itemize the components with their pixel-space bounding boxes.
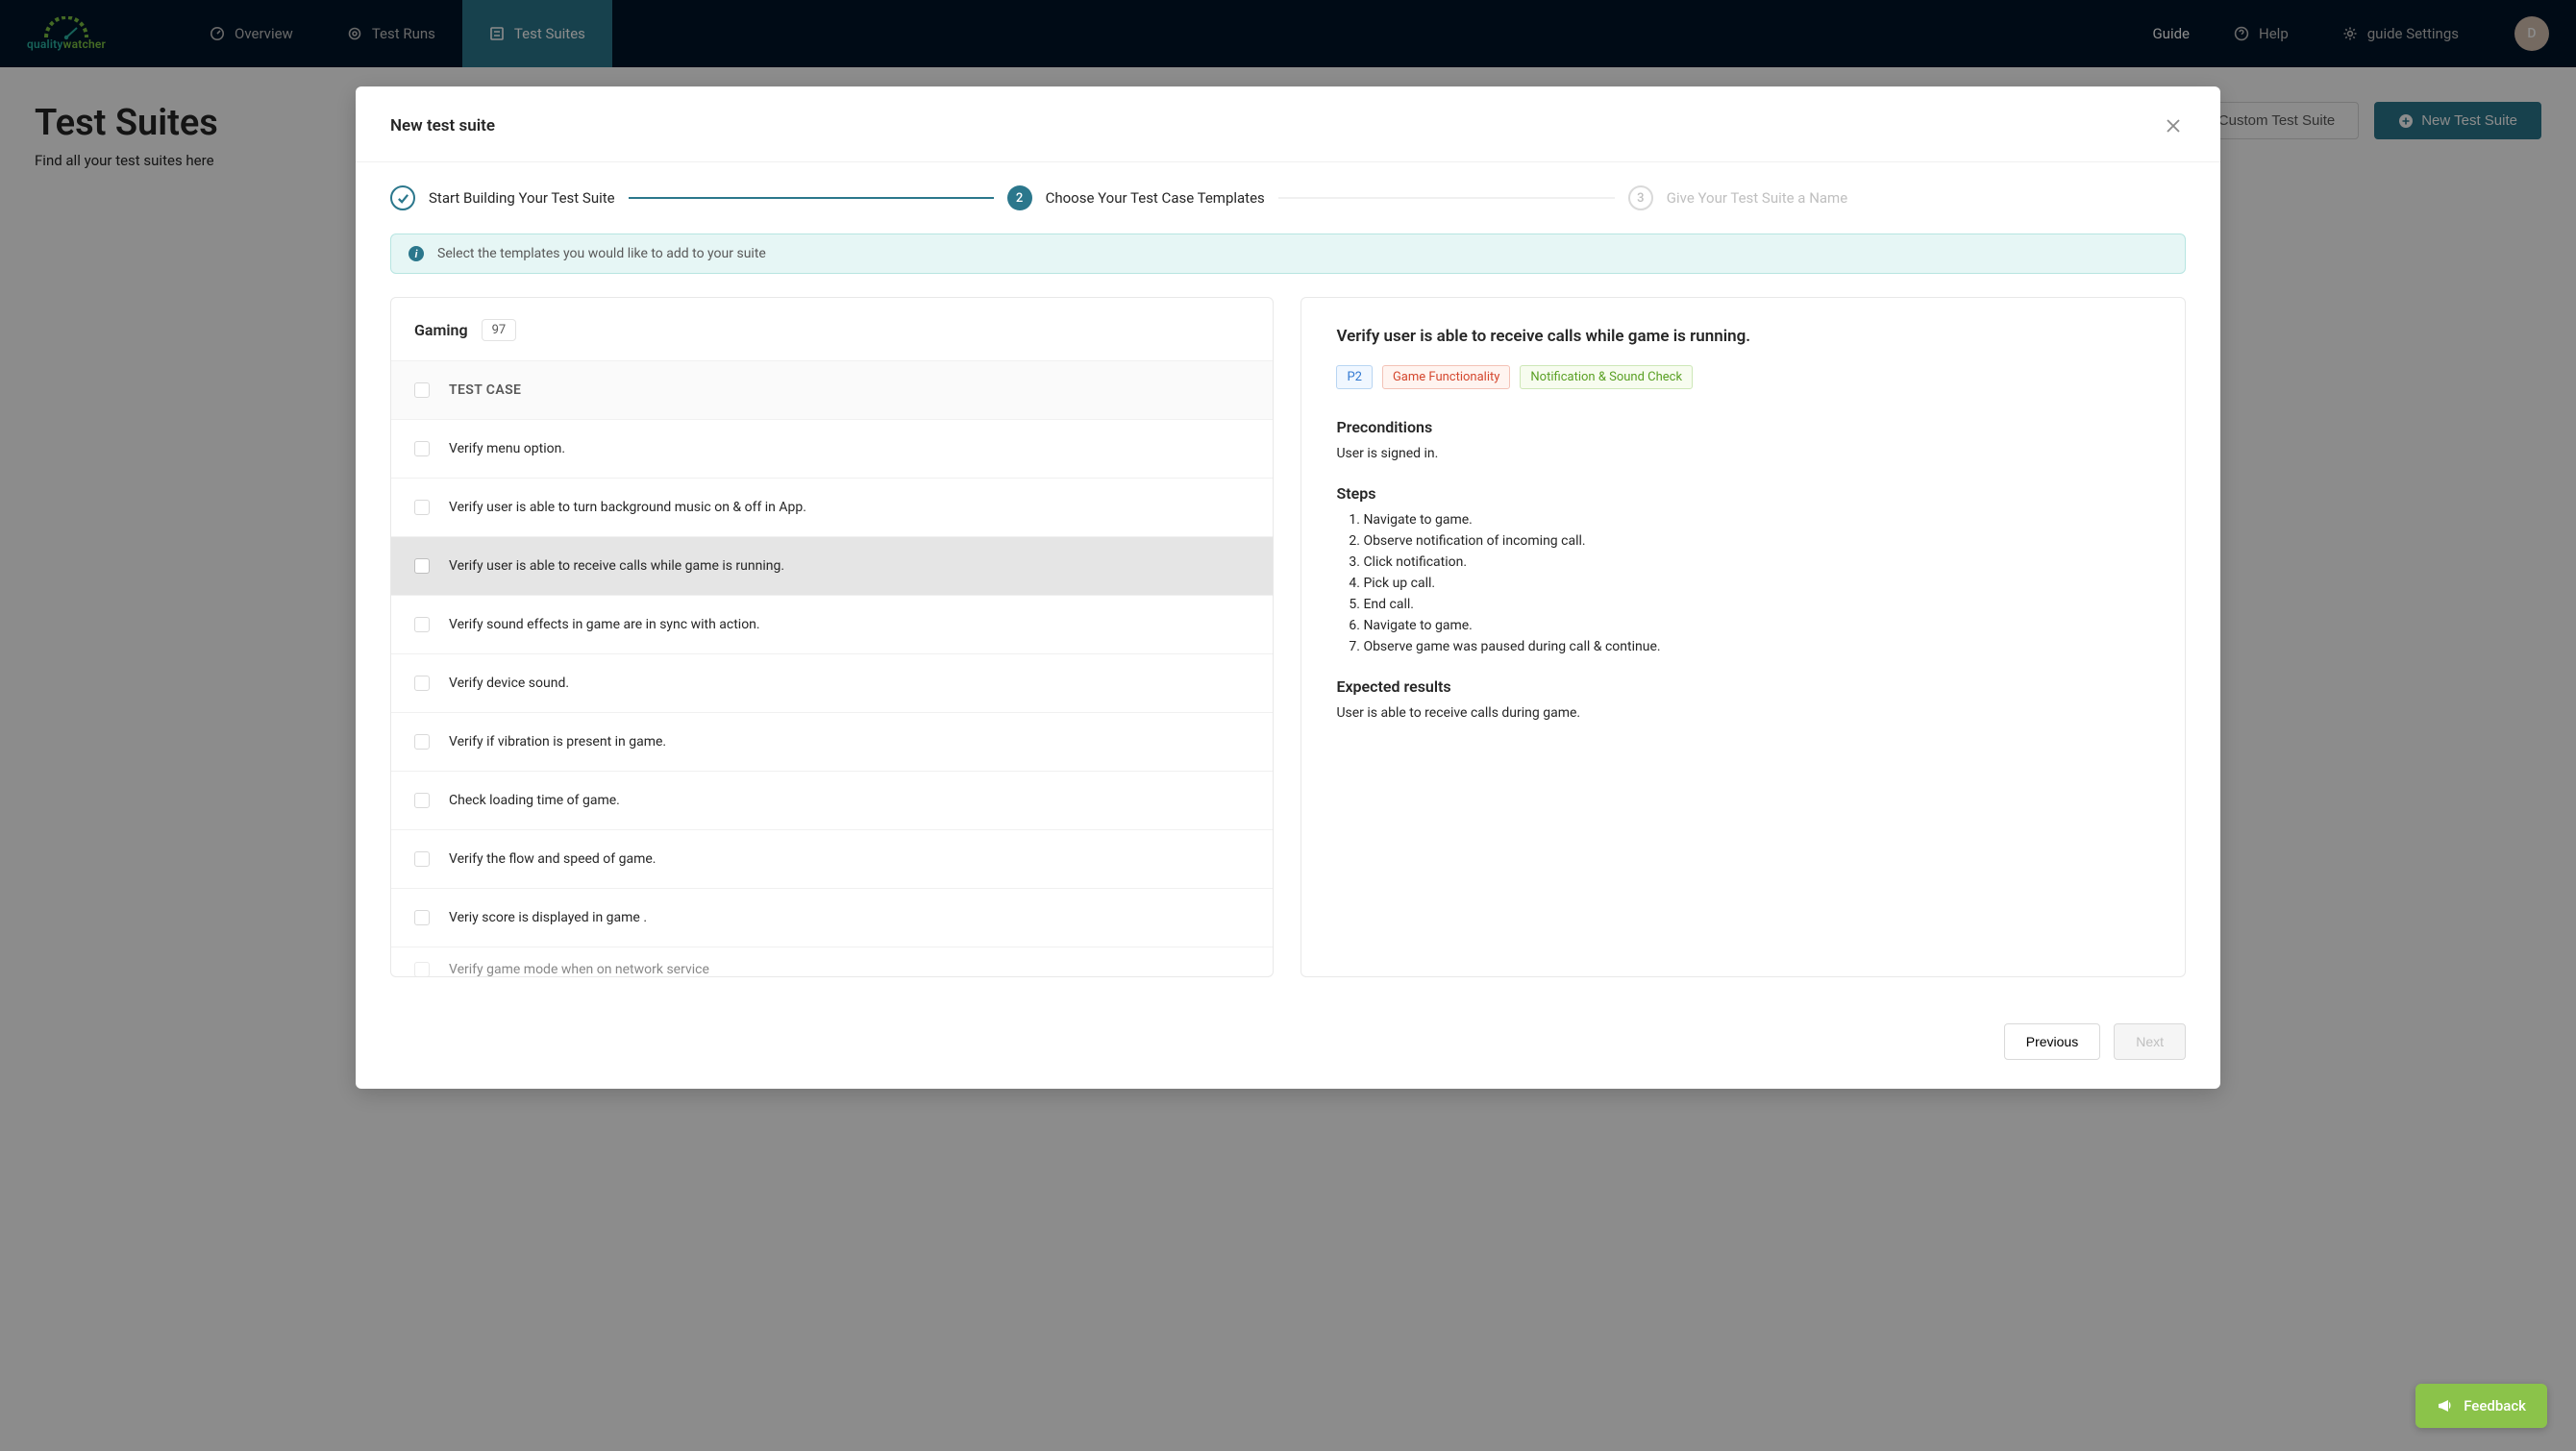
table-row[interactable]: Verify user is able to turn background m… <box>391 479 1273 537</box>
category-tag: Game Functionality <box>1382 365 1510 389</box>
step-item: Observe notification of incoming call. <box>1363 533 2150 549</box>
table-row[interactable]: Check loading time of game. <box>391 772 1273 830</box>
row-checkbox[interactable] <box>414 558 430 574</box>
row-label: Verify sound effects in game are in sync… <box>449 617 760 632</box>
row-checkbox[interactable] <box>414 851 430 867</box>
row-checkbox[interactable] <box>414 676 430 691</box>
modal-header: New test suite <box>356 86 2220 162</box>
step-item: Pick up call. <box>1363 576 2150 591</box>
table-row[interactable]: Verify sound effects in game are in sync… <box>391 596 1273 654</box>
next-button[interactable]: Next <box>2114 1023 2186 1060</box>
preconditions-body: User is signed in. <box>1336 446 2150 461</box>
tags: P2 Game Functionality Notification & Sou… <box>1336 365 2150 389</box>
step-connector <box>629 197 994 199</box>
expected-title: Expected results <box>1336 677 2150 696</box>
new-test-suite-modal: New test suite Start Building Your Test … <box>356 86 2220 1089</box>
modal-footer: Previous Next <box>356 1006 2220 1089</box>
row-checkbox[interactable] <box>414 441 430 456</box>
table-row[interactable]: Veriy score is displayed in game . <box>391 889 1273 947</box>
step-item: Click notification. <box>1363 554 2150 570</box>
row-label: Veriy score is displayed in game . <box>449 910 647 925</box>
megaphone-icon <box>2437 1397 2454 1414</box>
wizard-step-3[interactable]: 3 Give Your Test Suite a Name <box>1628 185 1847 210</box>
detail-title: Verify user is able to receive calls whi… <box>1336 327 2150 346</box>
feedback-button[interactable]: Feedback <box>2415 1384 2547 1428</box>
step-number: 2 <box>1007 185 1032 210</box>
step-connector <box>1278 197 1615 199</box>
close-button[interactable] <box>2161 113 2186 138</box>
column-header: TEST CASE <box>449 382 521 398</box>
select-all-checkbox[interactable] <box>414 382 430 398</box>
table-row[interactable]: Verify if vibration is present in game. <box>391 713 1273 772</box>
row-checkbox[interactable] <box>414 500 430 515</box>
wizard-step-2[interactable]: 2 Choose Your Test Case Templates <box>1007 185 1265 210</box>
row-checkbox[interactable] <box>414 734 430 750</box>
step-label: Start Building Your Test Suite <box>429 189 615 207</box>
table-row[interactable]: Verify game mode when on network service <box>391 947 1273 976</box>
row-label: Verify user is able to receive calls whi… <box>449 558 784 574</box>
step-item: Navigate to game. <box>1363 512 2150 528</box>
priority-tag: P2 <box>1336 365 1373 389</box>
step-label: Give Your Test Suite a Name <box>1667 189 1847 207</box>
row-label: Verify menu option. <box>449 441 565 456</box>
category-name: Gaming <box>414 321 468 339</box>
info-text: Select the templates you would like to a… <box>437 246 766 261</box>
row-label: Check loading time of game. <box>449 793 620 808</box>
step-item: End call. <box>1363 597 2150 612</box>
feedback-label: Feedback <box>2464 1397 2526 1414</box>
table-header-row: TEST CASE <box>391 361 1273 420</box>
steps-title: Steps <box>1336 484 2150 503</box>
row-label: Verify if vibration is present in game. <box>449 734 666 750</box>
step-item: Observe game was paused during call & co… <box>1363 639 2150 654</box>
table-row[interactable]: Verify menu option. <box>391 420 1273 479</box>
info-icon: i <box>409 246 424 261</box>
row-label: Verify game mode when on network service <box>449 962 709 976</box>
steps-list: Navigate to game. Observe notification o… <box>1336 512 2150 654</box>
step-label: Choose Your Test Case Templates <box>1046 189 1265 207</box>
step-check-icon <box>390 185 415 210</box>
modal-backdrop[interactable]: New test suite Start Building Your Test … <box>0 0 2576 1451</box>
content-panes: Gaming 97 TEST CASE Verify menu option. <box>390 297 2186 977</box>
detail-pane: Verify user is able to receive calls whi… <box>1300 297 2186 977</box>
wizard-step-1[interactable]: Start Building Your Test Suite <box>390 185 615 210</box>
info-banner: i Select the templates you would like to… <box>390 234 2186 274</box>
count-badge: 97 <box>482 319 517 341</box>
table-row[interactable]: Verify the flow and speed of game. <box>391 830 1273 889</box>
testcase-table: TEST CASE Verify menu option. Verify use… <box>391 360 1273 976</box>
previous-button[interactable]: Previous <box>2004 1023 2100 1060</box>
table-row[interactable]: Verify user is able to receive calls whi… <box>391 537 1273 596</box>
row-label: Verify the flow and speed of game. <box>449 851 656 867</box>
step-number: 3 <box>1628 185 1653 210</box>
preconditions-title: Preconditions <box>1336 418 2150 436</box>
modal-title: New test suite <box>390 116 495 135</box>
close-icon <box>2166 118 2181 134</box>
wizard-steps: Start Building Your Test Suite 2 Choose … <box>390 185 2186 210</box>
row-checkbox[interactable] <box>414 617 430 632</box>
row-checkbox[interactable] <box>414 910 430 925</box>
row-checkbox[interactable] <box>414 962 430 976</box>
row-label: Verify device sound. <box>449 676 569 691</box>
expected-body: User is able to receive calls during gam… <box>1336 705 2150 721</box>
row-checkbox[interactable] <box>414 793 430 808</box>
testcase-list-pane: Gaming 97 TEST CASE Verify menu option. <box>390 297 1274 977</box>
step-item: Navigate to game. <box>1363 618 2150 633</box>
row-label: Verify user is able to turn background m… <box>449 500 806 515</box>
table-row[interactable]: Verify device sound. <box>391 654 1273 713</box>
category-tag: Notification & Sound Check <box>1520 365 1693 389</box>
